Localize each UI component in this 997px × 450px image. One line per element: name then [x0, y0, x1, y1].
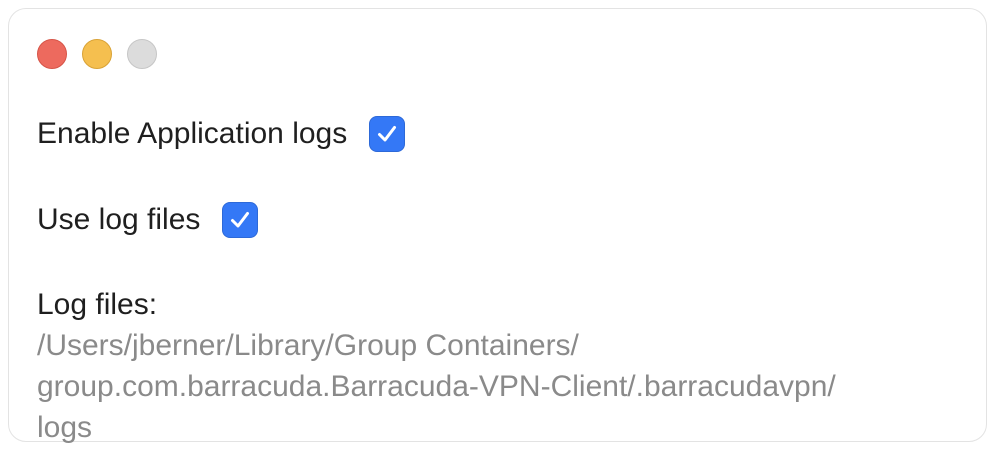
use-log-files-row: Use log files [37, 201, 259, 239]
checkmark-icon [231, 212, 250, 228]
log-files-path-line: /Users/jberner/Library/Group Containers/ [37, 329, 579, 362]
close-window-button[interactable] [37, 39, 67, 69]
window-controls [37, 39, 157, 69]
log-files-title: Log files: [37, 288, 158, 321]
zoom-window-button[interactable] [127, 39, 157, 69]
preferences-window: Enable Application logs Use log files Lo… [8, 8, 987, 444]
use-log-files-label: Use log files [37, 203, 201, 236]
log-files-path: /Users/jberner/Library/Group Containers/… [37, 325, 967, 448]
minimize-window-button[interactable] [82, 39, 112, 69]
enable-application-logs-checkbox[interactable] [369, 116, 406, 152]
enable-application-logs-label: Enable Application logs [37, 117, 348, 150]
checkmark-icon [378, 126, 397, 142]
enable-application-logs-row: Enable Application logs [37, 115, 406, 153]
log-files-path-line: group.com.barracuda.Barracuda-VPN-Client… [37, 370, 836, 403]
log-files-path-line: logs [37, 411, 93, 444]
use-log-files-checkbox[interactable] [222, 202, 259, 238]
